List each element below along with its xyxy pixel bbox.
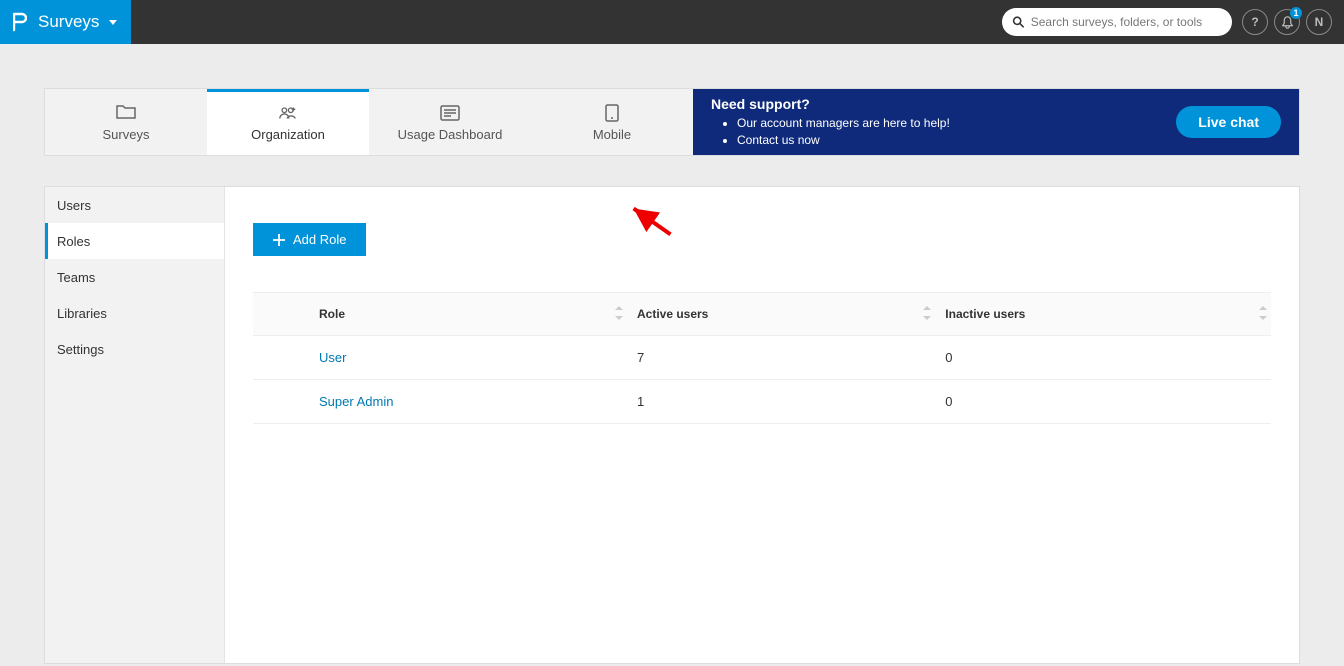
sidebar-item-libraries[interactable]: Libraries [45, 295, 224, 331]
support-lines: Our account managers are here to help! C… [711, 115, 1176, 149]
tab-organization[interactable]: Organization [207, 89, 369, 155]
role-link-superadmin[interactable]: Super Admin [319, 394, 393, 409]
cell-active: 7 [627, 336, 915, 380]
help-icon: ? [1251, 15, 1258, 29]
search-input[interactable] [1031, 15, 1222, 29]
content-shell: Surveys Organization Usage Dashboard Mob… [0, 44, 1344, 664]
add-role-label: Add Role [293, 232, 346, 247]
side-nav: Users Roles Teams Libraries Settings [45, 187, 225, 663]
avatar-button[interactable]: N [1306, 9, 1332, 35]
table-row: User 7 0 [253, 336, 1271, 380]
search-container[interactable] [1002, 8, 1232, 36]
sidebar-item-settings[interactable]: Settings [45, 331, 224, 367]
article-icon [440, 105, 460, 121]
plus-icon [273, 234, 285, 246]
avatar-initial: N [1315, 15, 1324, 29]
brand-label: Surveys [38, 12, 99, 32]
live-chat-button[interactable]: Live chat [1176, 106, 1281, 138]
notification-badge: 1 [1290, 7, 1302, 19]
tab-label: Usage Dashboard [398, 127, 503, 142]
sort-icon[interactable] [607, 293, 627, 336]
chevron-down-icon [109, 20, 117, 25]
main-panel: Users Roles Teams Libraries Settings Add… [44, 186, 1300, 664]
brand-menu[interactable]: Surveys [0, 0, 131, 44]
notifications-button[interactable]: 1 [1274, 9, 1300, 35]
role-link-user[interactable]: User [319, 350, 346, 365]
top-header: Surveys ? 1 N [0, 0, 1344, 44]
table-row: Super Admin 1 0 [253, 380, 1271, 424]
tab-usage-dashboard[interactable]: Usage Dashboard [369, 89, 531, 155]
cell-active: 1 [627, 380, 915, 424]
tab-label: Surveys [103, 127, 150, 142]
sort-icon[interactable] [915, 293, 935, 336]
sidebar-item-users[interactable]: Users [45, 187, 224, 223]
support-title: Need support? [711, 96, 1176, 112]
tab-surveys[interactable]: Surveys [45, 89, 207, 155]
th-role[interactable]: Role [309, 293, 607, 336]
tab-label: Mobile [593, 127, 631, 142]
cell-inactive: 0 [935, 336, 1251, 380]
sort-icon[interactable] [1251, 293, 1271, 336]
sidebar-item-roles[interactable]: Roles [45, 223, 224, 259]
people-icon [278, 105, 298, 121]
arrow-annotation-icon [617, 191, 683, 250]
roles-table: Role Active users Inactive users User 7 [253, 292, 1271, 424]
brand-logo-icon [12, 10, 28, 34]
top-nav: Surveys Organization Usage Dashboard Mob… [44, 88, 1300, 156]
tab-label: Organization [251, 127, 325, 142]
cell-inactive: 0 [935, 380, 1251, 424]
help-button[interactable]: ? [1242, 9, 1268, 35]
support-banner: Need support? Our account managers are h… [693, 89, 1299, 155]
th-active-users[interactable]: Active users [627, 293, 915, 336]
search-icon [1012, 15, 1025, 29]
tab-mobile[interactable]: Mobile [531, 89, 693, 155]
folder-icon [116, 105, 136, 121]
add-role-button[interactable]: Add Role [253, 223, 366, 256]
sidebar-item-teams[interactable]: Teams [45, 259, 224, 295]
panel-body: Add Role Role Active users Inactive user… [225, 187, 1299, 663]
th-inactive-users[interactable]: Inactive users [935, 293, 1251, 336]
phone-icon [602, 105, 622, 121]
